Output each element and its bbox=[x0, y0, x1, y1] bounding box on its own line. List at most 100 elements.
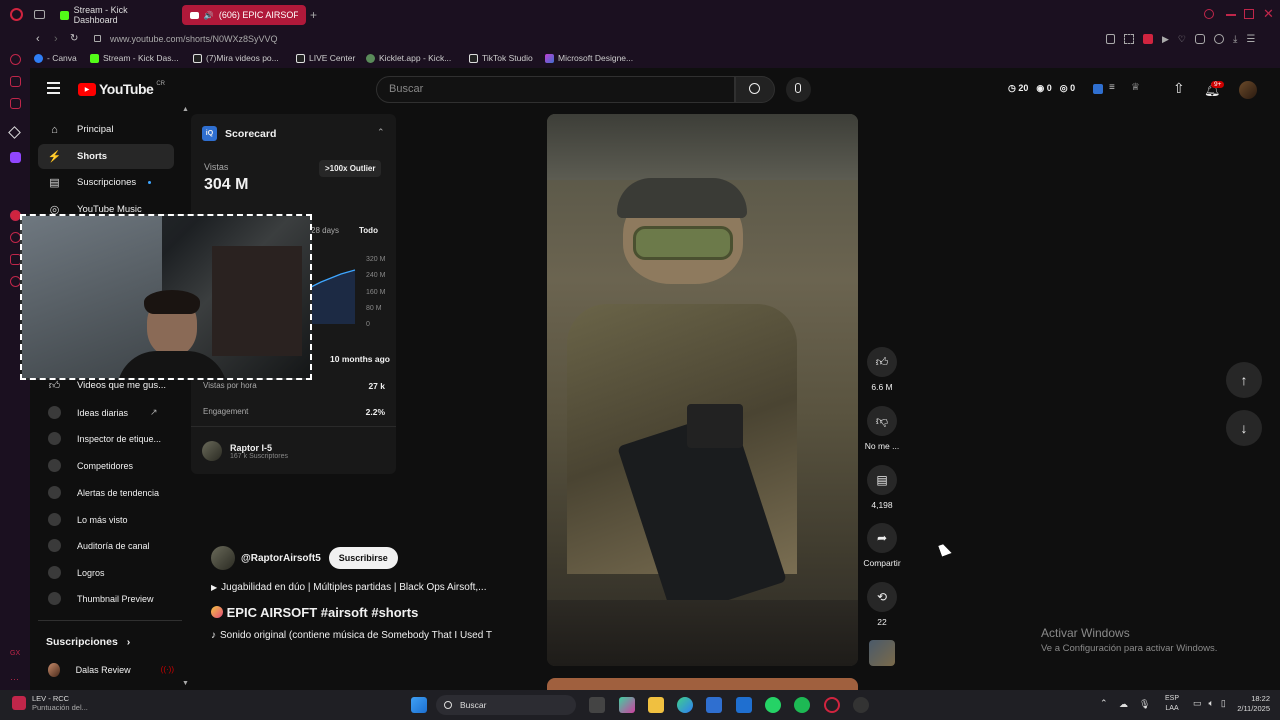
trophy-icon[interactable]: ♕ bbox=[1131, 82, 1140, 93]
sidebar-ext-item[interactable]: Inspector de etique... bbox=[38, 426, 174, 451]
chat-icon[interactable] bbox=[10, 76, 21, 87]
system-tray[interactable]: ▭ 🔈︎ ▯ bbox=[1193, 698, 1226, 709]
voice-search-button[interactable] bbox=[786, 77, 811, 102]
bookmark-tiktok-videos[interactable]: (7)Mira videos po... bbox=[193, 53, 279, 63]
tray-overflow-icon[interactable]: ⌃ bbox=[1100, 698, 1108, 709]
subscription-item[interactable]: Dalas Review ((·)) bbox=[38, 657, 174, 682]
bookmark-kick[interactable]: Stream - Kick Das... bbox=[90, 53, 179, 63]
vpn-icon[interactable] bbox=[1143, 34, 1153, 44]
aria-icon[interactable] bbox=[8, 126, 21, 139]
sidebar-ext-item[interactable]: Competidores bbox=[38, 453, 174, 478]
avatar[interactable] bbox=[1239, 81, 1257, 99]
range-all[interactable]: Todo bbox=[353, 222, 384, 239]
youtube-logo[interactable]: ▶ YouTube CR bbox=[78, 81, 165, 97]
edge-icon[interactable] bbox=[677, 697, 693, 713]
extensions-icon[interactable] bbox=[1195, 34, 1205, 44]
start-icon[interactable] bbox=[411, 697, 427, 713]
instagram-icon[interactable] bbox=[10, 98, 21, 109]
scroll-down-arrow[interactable]: ▼ bbox=[182, 680, 189, 687]
bookmark-live-center[interactable]: LIVE Center bbox=[296, 53, 355, 63]
sidebar-ext-item[interactable]: Lo más visto bbox=[38, 507, 174, 532]
snapshot-icon[interactable] bbox=[1124, 34, 1134, 44]
sidebar-ext-item[interactable]: Alertas de tendencia bbox=[38, 480, 174, 505]
weather-widget[interactable]: LEV - RCC Puntuación del... bbox=[12, 694, 88, 712]
gx-icon[interactable]: GX bbox=[10, 650, 21, 661]
outlook-icon[interactable] bbox=[736, 697, 752, 713]
channel-row[interactable]: Raptor I-5 167 k Suscriptores bbox=[202, 441, 288, 461]
sidebar-ext-item[interactable]: Ideas diarias ↗ bbox=[38, 400, 174, 425]
scroll-up-arrow[interactable]: ▲ bbox=[182, 106, 189, 113]
opera-gx-icon[interactable] bbox=[824, 697, 840, 713]
twitch-icon[interactable] bbox=[10, 152, 21, 163]
short-video-player[interactable] bbox=[547, 114, 858, 666]
webcam-overlay[interactable] bbox=[20, 214, 312, 380]
channel-avatar[interactable] bbox=[211, 546, 235, 570]
bookmark-kicklet[interactable]: Kicklet.app - Kick... bbox=[366, 53, 451, 63]
next-video-preview[interactable] bbox=[547, 678, 858, 690]
search-button[interactable] bbox=[735, 76, 775, 103]
more-icon[interactable]: ··· bbox=[10, 674, 21, 685]
profile-icon[interactable] bbox=[1214, 34, 1224, 44]
weather-icon[interactable]: ☁ bbox=[1119, 699, 1128, 710]
sound-link[interactable]: ♪ Sonido original (contiene música de Som… bbox=[211, 630, 511, 641]
subscriptions-heading[interactable]: Suscripciones › bbox=[46, 636, 130, 648]
play-icon[interactable]: ▶ bbox=[1162, 34, 1169, 45]
creator-stats[interactable]: ◷ 20 ◉ 0 ◎ 0 bbox=[1008, 83, 1075, 94]
workspaces-icon[interactable] bbox=[34, 10, 45, 19]
obs-icon[interactable] bbox=[853, 697, 869, 713]
tab-youtube-short[interactable]: 🔊 (606) EPIC AIRSOF bbox=[182, 5, 306, 25]
next-short-button[interactable]: ↓ bbox=[1226, 410, 1262, 446]
channel-handle[interactable]: @RaptorAirsoft5 bbox=[241, 553, 321, 564]
file-explorer-icon[interactable] bbox=[648, 697, 664, 713]
comments-button[interactable]: ▤ bbox=[867, 465, 897, 495]
like-button[interactable]: 👍︎ bbox=[867, 347, 897, 377]
sidebar-ext-item[interactable]: Thumbnail Preview bbox=[38, 586, 174, 611]
new-tab-button[interactable]: + bbox=[310, 8, 317, 22]
sidebar-ext-item[interactable]: Logros bbox=[38, 560, 174, 585]
messenger-icon[interactable] bbox=[10, 54, 21, 65]
pin-icon[interactable] bbox=[1106, 34, 1115, 44]
vidiq-icon[interactable] bbox=[1093, 84, 1103, 94]
close-window-button[interactable]: ✕ bbox=[1263, 6, 1274, 22]
url-field[interactable]: www.youtube.com/shorts/N0WXz8SyVVQ bbox=[110, 34, 278, 44]
scorecard-header[interactable]: iQ Scorecard bbox=[202, 126, 276, 141]
dislike-button[interactable]: 👎︎ bbox=[867, 406, 897, 436]
reload-icon[interactable]: ↻ bbox=[70, 33, 78, 44]
task-view-icon[interactable] bbox=[589, 697, 605, 713]
mic-tray-icon[interactable]: 🎙︎ bbox=[1139, 699, 1150, 710]
download-icon[interactable]: ⤓ bbox=[1233, 34, 1237, 45]
forward-icon[interactable]: › bbox=[54, 33, 58, 45]
heart-icon[interactable]: ♡ bbox=[1178, 34, 1186, 45]
share-button[interactable]: ➦ bbox=[867, 523, 897, 553]
list-icon[interactable]: ≡ bbox=[1109, 82, 1115, 93]
menu-icon[interactable]: ☰ bbox=[1246, 34, 1255, 45]
sidebar-item-shorts[interactable]: ⚡ Shorts bbox=[38, 144, 174, 169]
hamburger-menu-icon[interactable] bbox=[47, 82, 60, 94]
previous-short-button[interactable]: ↑ bbox=[1226, 362, 1262, 398]
opera-logo-icon[interactable] bbox=[10, 8, 23, 21]
collapse-icon[interactable]: ⌃ bbox=[377, 127, 385, 138]
sidebar-item-subscriptions[interactable]: ▤ Suscripciones bbox=[38, 170, 174, 195]
sidebar-item-home[interactable]: ⌂ Principal bbox=[38, 117, 174, 142]
store-icon[interactable] bbox=[706, 697, 722, 713]
upload-icon[interactable]: ⇧ bbox=[1173, 80, 1185, 97]
speaker-icon[interactable]: 🔊 bbox=[204, 11, 214, 20]
subscribe-button[interactable]: Suscribirse bbox=[328, 547, 398, 569]
sidebar-ext-item[interactable]: Auditoría de canal bbox=[38, 533, 174, 558]
remix-button[interactable]: ⟲ bbox=[867, 582, 897, 612]
bookmark-canva[interactable]: - Canva bbox=[34, 53, 77, 63]
maximize-button[interactable] bbox=[1244, 9, 1254, 19]
playlist-link[interactable]: ▶ Jugabilidad en dúo | Múltiples partidas… bbox=[211, 582, 511, 593]
range-28-days[interactable]: 28 days bbox=[311, 226, 339, 235]
bookmark-designer[interactable]: Microsoft Designe... bbox=[545, 53, 633, 63]
whatsapp-icon[interactable] bbox=[765, 697, 781, 713]
search-tabs-icon[interactable] bbox=[1204, 9, 1214, 19]
copilot-icon[interactable] bbox=[619, 697, 635, 713]
spotify-icon[interactable] bbox=[794, 697, 810, 713]
sound-thumbnail[interactable] bbox=[869, 640, 895, 666]
clock[interactable]: 18:22 2/11/2025 bbox=[1226, 694, 1270, 714]
search-input[interactable]: Buscar bbox=[376, 76, 735, 103]
minimize-button[interactable] bbox=[1226, 14, 1236, 16]
tab-kick-dashboard[interactable]: Stream - Kick Dashboard bbox=[52, 5, 178, 25]
language-indicator[interactable]: ESP LAA bbox=[1165, 694, 1179, 714]
